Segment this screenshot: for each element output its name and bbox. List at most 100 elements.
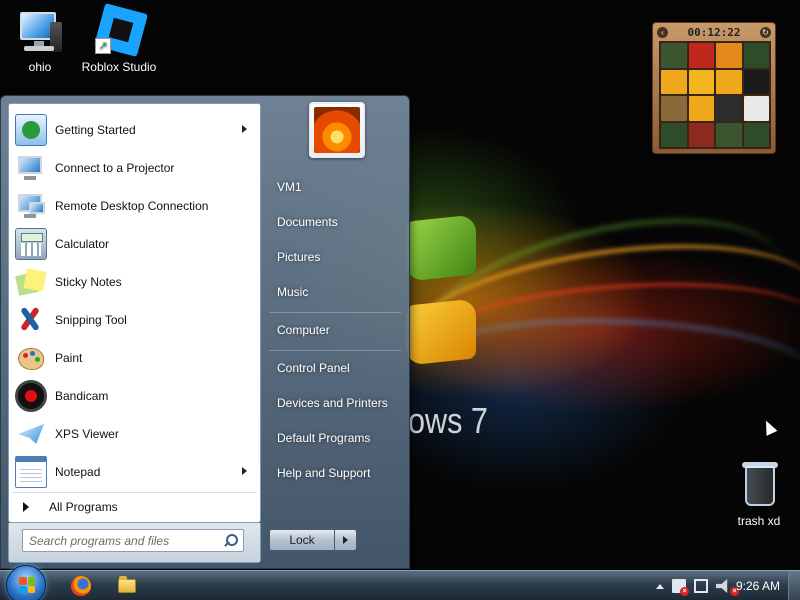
puzzle-tile[interactable] xyxy=(661,122,687,147)
place-label: VM1 xyxy=(277,180,302,194)
show-hidden-icons-chevron[interactable] xyxy=(656,583,664,589)
puzzle-tile[interactable] xyxy=(743,122,769,147)
taskbar-explorer[interactable] xyxy=(104,573,150,599)
show-desktop-button[interactable] xyxy=(788,571,800,600)
program-xps-viewer[interactable]: XPS Viewer xyxy=(11,416,259,452)
program-sticky-notes[interactable]: Sticky Notes xyxy=(11,264,259,300)
divider xyxy=(269,350,401,351)
desktop-icon-label: ohio xyxy=(28,60,52,74)
puzzle-grid[interactable] xyxy=(659,41,771,149)
gadget-scramble-icon[interactable]: ↻ xyxy=(759,26,771,38)
puzzle-tile[interactable] xyxy=(716,122,742,147)
puzzle-tile[interactable] xyxy=(688,43,714,68)
action-center-flag-icon[interactable]: × xyxy=(672,579,689,596)
lock-button[interactable]: Lock xyxy=(269,529,335,551)
puzzle-tile[interactable] xyxy=(743,43,769,68)
place-label: Music xyxy=(277,285,309,299)
puzzle-tile[interactable] xyxy=(743,96,769,121)
search-input[interactable] xyxy=(23,530,221,551)
search-box[interactable] xyxy=(22,529,244,552)
place-label: Devices and Printers xyxy=(277,396,388,410)
taskbar-firefox[interactable] xyxy=(58,573,104,599)
program-label: Paint xyxy=(55,351,83,365)
recycle-bin-icon xyxy=(735,462,783,508)
places-pane: VM1 Documents Pictures Music Computer Co… xyxy=(263,96,409,570)
puzzle-tile[interactable] xyxy=(716,43,742,68)
volume-muted-badge: × xyxy=(728,579,739,596)
roblox-studio-icon: ↗ xyxy=(94,3,148,57)
windows-explorer-icon xyxy=(118,576,136,593)
place-label: Computer xyxy=(277,323,330,337)
place-label: Default Programs xyxy=(277,431,371,445)
place-label: Pictures xyxy=(277,250,321,264)
getting-started-icon xyxy=(15,114,47,146)
puzzle-tile[interactable] xyxy=(661,43,687,68)
program-paint[interactable]: Paint xyxy=(11,340,259,376)
snipping-tool-icon xyxy=(15,304,47,336)
notepad-icon xyxy=(15,456,47,488)
program-label: Sticky Notes xyxy=(55,275,122,289)
gadget-timer: 00:12:22 xyxy=(687,25,741,39)
gadget-toolbar: ‹ 00:12:22 ↻ xyxy=(653,23,775,41)
program-connect-projector[interactable]: Connect to a Projector xyxy=(11,150,259,186)
puzzle-tile[interactable] xyxy=(743,69,769,94)
program-snipping-tool[interactable]: Snipping Tool xyxy=(11,302,259,338)
program-label: Bandicam xyxy=(55,389,109,403)
puzzle-tile[interactable] xyxy=(716,96,742,121)
place-documents[interactable]: Documents xyxy=(267,207,403,237)
start-menu: Getting Started Connect to a Projector R… xyxy=(0,95,410,569)
submenu-arrow-icon[interactable] xyxy=(242,125,247,133)
program-calculator[interactable]: Calculator xyxy=(11,226,259,262)
wallpaper-text: ows 7 xyxy=(408,400,488,441)
desktop-icon-label: Roblox Studio xyxy=(81,60,157,74)
program-label: Remote Desktop Connection xyxy=(55,199,209,213)
place-devices-printers[interactable]: Devices and Printers xyxy=(267,388,403,418)
all-programs-button[interactable]: All Programs xyxy=(11,494,259,520)
remote-desktop-icon xyxy=(15,190,47,222)
desktop-icon-recycle-bin[interactable]: trash xd xyxy=(714,462,800,528)
puzzle-tile[interactable] xyxy=(716,69,742,94)
taskbar: × × 9:26 AM xyxy=(0,565,800,600)
puzzle-tile[interactable] xyxy=(688,122,714,147)
puzzle-tile[interactable] xyxy=(688,69,714,94)
puzzle-tile[interactable] xyxy=(688,96,714,121)
sticky-notes-icon xyxy=(15,266,47,298)
place-control-panel[interactable]: Control Panel xyxy=(267,353,403,383)
firefox-icon xyxy=(71,576,91,596)
place-label: Control Panel xyxy=(277,361,350,375)
windows-logo xyxy=(406,214,508,378)
paint-icon xyxy=(15,342,47,374)
shortcut-arrow-icon: ↗ xyxy=(95,38,111,54)
place-computer[interactable]: Computer xyxy=(267,315,403,345)
place-pictures[interactable]: Pictures xyxy=(267,242,403,272)
place-music[interactable]: Music xyxy=(267,277,403,307)
place-default-programs[interactable]: Default Programs xyxy=(267,423,403,453)
computer-icon xyxy=(16,8,64,54)
puzzle-tile[interactable] xyxy=(661,69,687,94)
submenu-arrow-icon[interactable] xyxy=(242,467,247,475)
place-label: Documents xyxy=(277,215,338,229)
program-bandicam[interactable]: Bandicam xyxy=(11,378,259,414)
user-picture[interactable] xyxy=(309,102,365,158)
desktop-icon-ohio[interactable]: ohio xyxy=(0,8,85,74)
network-icon[interactable] xyxy=(694,579,708,593)
program-label: Notepad xyxy=(55,465,101,479)
desktop-icon-roblox-studio[interactable]: ↗ Roblox Studio xyxy=(74,3,164,74)
start-button[interactable] xyxy=(6,565,46,600)
program-label: Getting Started xyxy=(55,123,136,137)
slide-puzzle-gadget[interactable]: ‹ 00:12:22 ↻ xyxy=(652,22,776,154)
power-options-arrow-icon[interactable] xyxy=(335,529,357,551)
search-icon[interactable] xyxy=(221,531,243,551)
divider xyxy=(13,492,257,493)
power-group: Lock xyxy=(269,529,357,551)
program-label: Calculator xyxy=(55,237,110,251)
gadget-left-icon[interactable]: ‹ xyxy=(657,26,668,38)
program-notepad[interactable]: Notepad xyxy=(11,454,259,490)
program-getting-started[interactable]: Getting Started xyxy=(11,112,259,148)
projector-icon xyxy=(15,152,47,184)
program-remote-desktop[interactable]: Remote Desktop Connection xyxy=(11,188,259,224)
taskbar-clock[interactable]: 9:26 AM xyxy=(736,579,780,593)
puzzle-tile[interactable] xyxy=(661,96,687,121)
place-help-support[interactable]: Help and Support xyxy=(267,458,403,488)
place-user-folder[interactable]: VM1 xyxy=(267,172,403,202)
